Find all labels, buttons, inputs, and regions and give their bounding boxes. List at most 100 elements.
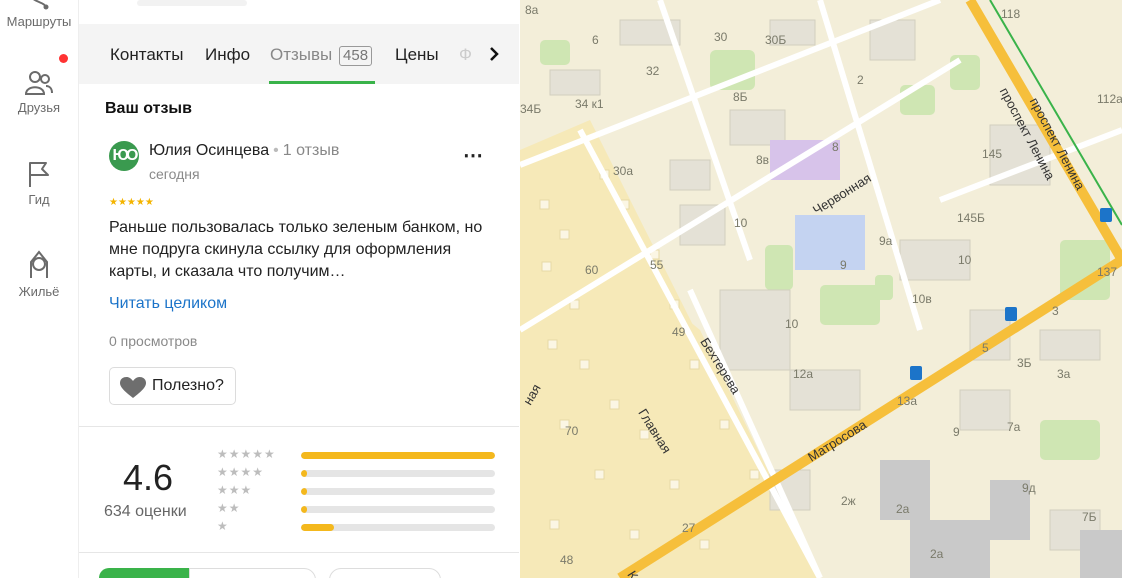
distribution-bar-track — [301, 470, 495, 477]
map-house-number: 27 — [682, 521, 696, 535]
distribution-bar-track — [301, 488, 495, 495]
map-house-number: 8 — [832, 140, 839, 154]
rail-item-label: Гид — [28, 192, 50, 207]
map-house-number: 8Б — [733, 90, 748, 104]
rating-distribution-row: ★ — [217, 519, 497, 537]
sort-button[interactable] — [189, 568, 316, 578]
map-house-number: 34Б — [520, 102, 542, 116]
place-card-panel: Контакты Инфо Отзывы 458 Цены Ф Ваш отзы… — [79, 0, 519, 578]
map-house-number: 34 к1 — [575, 97, 604, 111]
useful-label: Полезно? — [152, 377, 224, 394]
map-house-number: 2а — [896, 502, 910, 516]
distribution-bar-fill — [301, 470, 307, 477]
rail-item-friends[interactable]: Друзья — [0, 70, 78, 115]
tab-info[interactable]: Инфо — [205, 45, 250, 65]
distribution-stars: ★ — [217, 519, 229, 533]
map-house-number: 30 — [714, 30, 728, 44]
tab-faded[interactable]: Ф — [459, 45, 472, 65]
section-divider — [79, 426, 519, 427]
map-house-number: 9а — [879, 234, 893, 248]
map-house-number: 3 — [1052, 304, 1059, 318]
map-house-number: 8а — [525, 3, 539, 17]
distribution-bar-track — [301, 452, 495, 459]
rail-item-housing[interactable]: Жильё — [0, 248, 78, 299]
panel-top-strip — [79, 0, 519, 22]
map-house-number: 10 — [734, 216, 748, 230]
author-name[interactable]: Юлия Осинцева — [149, 142, 269, 159]
distribution-bar-fill — [301, 506, 307, 513]
map-house-number: 13а — [897, 394, 918, 408]
review-author-line: Юлия Осинцева • 1 отзыв — [149, 142, 340, 159]
review-date: сегодня — [149, 166, 200, 182]
distribution-stars: ★★★★★ — [217, 447, 276, 461]
map-house-number: 49 — [672, 325, 686, 339]
your-review-title: Ваш отзыв — [105, 100, 192, 117]
house-icon — [30, 250, 48, 278]
rating-distribution-row: ★★ — [217, 501, 497, 519]
rail-item-label: Жильё — [18, 284, 60, 299]
tab-prices[interactable]: Цены — [395, 45, 439, 65]
map-view[interactable]: 8а 6 30 30Б 118 32 2 34Б 34 к1 8Б 145 112а 30а 8 8в 10 1… — [520, 0, 1122, 578]
map-house-number: 9 — [953, 425, 960, 439]
map-house-number: 48 — [560, 553, 574, 567]
map-house-number: 7а — [1007, 420, 1021, 434]
rating-distribution-row: ★★★★ — [217, 465, 497, 483]
flag-icon — [29, 162, 49, 187]
map-house-number: 9д — [1022, 481, 1036, 495]
map-house-number: 32 — [646, 64, 660, 78]
section-divider — [79, 552, 519, 553]
review-stars: ★★★★★ — [109, 197, 154, 208]
route-icon — [33, 0, 49, 10]
distribution-stars: ★★★★ — [217, 465, 265, 479]
map-house-number: 70 — [565, 424, 579, 438]
rail-item-guide[interactable]: Гид — [0, 160, 78, 207]
avatar[interactable]: ЮО — [109, 141, 139, 171]
map-house-number: 30Б — [765, 33, 787, 47]
rating-distribution-row: ★★★★★ — [217, 447, 497, 465]
map-house-number: 30а — [613, 164, 634, 178]
distribution-bar-fill — [301, 488, 307, 495]
rating-value: 4.6 — [123, 457, 174, 498]
map-house-number: 2ж — [841, 494, 856, 508]
filter-button[interactable] — [329, 568, 441, 578]
map-house-number: 10 — [785, 317, 799, 331]
write-review-button[interactable] — [99, 568, 189, 578]
map-house-number: 2 — [857, 73, 864, 87]
read-more-link[interactable]: Читать целиком — [109, 295, 227, 313]
tab-contacts[interactable]: Контакты — [110, 45, 183, 65]
friends-icon — [25, 71, 53, 95]
tab-reviews[interactable]: Отзывы 458 — [270, 45, 373, 66]
useful-button[interactable]: Полезно? — [109, 367, 236, 405]
map-house-number: 2а — [930, 547, 944, 561]
map-house-number: 145 — [982, 147, 1003, 161]
rail-item-label: Друзья — [17, 100, 61, 115]
distribution-stars: ★★ — [217, 501, 241, 515]
map-house-number: 12а — [793, 367, 814, 381]
tab-bar: Контакты Инфо Отзывы 458 Цены Ф — [79, 24, 519, 84]
chevron-right-icon[interactable] — [485, 42, 503, 66]
map-house-number: 5 — [982, 341, 989, 355]
rail-item-label: Маршруты — [6, 14, 72, 29]
map-house-number: 60 — [585, 263, 599, 277]
rating-distribution-row: ★★★ — [217, 483, 497, 501]
map-house-number: 118 — [1001, 7, 1021, 21]
map-house-number: 55 — [650, 258, 664, 272]
distribution-bar-track — [301, 524, 495, 531]
map-house-number: 8в — [756, 153, 770, 167]
rail-item-routes[interactable]: Маршруты — [0, 0, 78, 29]
map-house-number: 7Б — [1082, 510, 1097, 524]
distribution-bar-fill — [301, 524, 334, 531]
more-options-button[interactable]: ⋯ — [463, 143, 484, 168]
review-text: Раньше пользовалась только зеленым банко… — [109, 219, 483, 280]
reviews-count-badge: 458 — [339, 46, 373, 66]
map-house-number: 3а — [1057, 367, 1071, 381]
rating-count: 634 оценки — [104, 503, 187, 520]
ghost-bar — [137, 0, 247, 6]
author-review-count: 1 отзыв — [282, 142, 340, 159]
map-house-number: 112а — [1097, 92, 1122, 106]
map-house-number: 6 — [592, 33, 599, 47]
map-house-number: 10 — [958, 253, 972, 267]
distribution-bar-track — [301, 506, 495, 513]
heart-icon — [120, 377, 146, 398]
notification-dot — [59, 54, 68, 63]
